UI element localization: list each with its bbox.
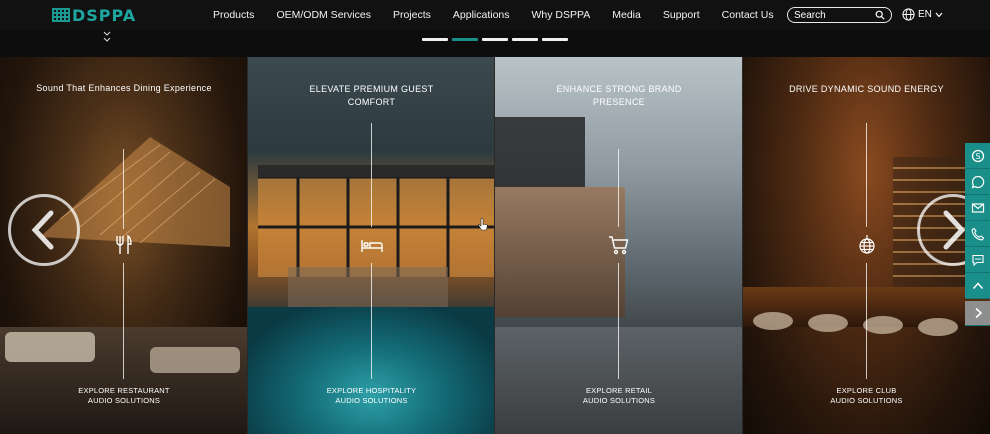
explore-restaurant-link[interactable]: EXPLORE RESTAURANT AUDIO SOLUTIONS [0, 386, 247, 406]
slider-dots [422, 38, 568, 41]
explore-line-2: AUDIO SOLUTIONS [335, 396, 408, 405]
page: DSPPA Products OEM/ODM Services Projects… [0, 0, 990, 434]
slider-dot-3[interactable] [482, 38, 508, 41]
chevron-down-icon [935, 12, 943, 17]
nav-contact-us[interactable]: Contact Us [722, 9, 774, 21]
slider-dot-4[interactable] [512, 38, 538, 41]
nav-applications[interactable]: Applications [453, 9, 510, 21]
deck-image [287, 267, 448, 307]
skype-button[interactable]: S [965, 143, 990, 169]
phone-button[interactable] [965, 221, 990, 247]
nav-oem-odm[interactable]: OEM/ODM Services [276, 9, 371, 21]
panel-title: ENHANCE STRONG BRAND PRESENCE [556, 84, 682, 107]
divider-line [618, 263, 619, 379]
explore-line-2: AUDIO SOLUTIONS [87, 396, 161, 405]
language-selector[interactable]: EN [902, 8, 943, 21]
explore-line-2: AUDIO SOLUTIONS [582, 396, 656, 405]
search-box [787, 7, 892, 23]
whatsapp-button[interactable] [965, 169, 990, 195]
slider-top-strip [0, 30, 990, 57]
email-button[interactable] [965, 195, 990, 221]
storefront-image [495, 187, 625, 317]
divider-line [123, 149, 124, 229]
nav-products[interactable]: Products [213, 9, 254, 21]
slider-dot-2[interactable] [452, 38, 478, 41]
collapse-arrow-icon [974, 307, 982, 319]
nav-media[interactable]: Media [612, 9, 641, 21]
application-panels: Sound That Enhances Dining Experience EX… [0, 57, 990, 434]
nav-projects[interactable]: Projects [393, 9, 431, 21]
chat-icon [971, 254, 984, 266]
logo-text: DSPPA [72, 5, 137, 25]
divider-line [370, 123, 372, 227]
main-nav: Products OEM/ODM Services Projects Appli… [213, 0, 796, 30]
back-to-top-icon [972, 281, 983, 289]
panel-title: Sound That Enhances Dining Experience [36, 83, 212, 93]
panel-retail[interactable]: ENHANCE STRONG BRAND PRESENCE EXPLORE RE… [495, 57, 743, 434]
chevron-left-icon [31, 210, 54, 250]
whatsapp-icon [971, 175, 984, 188]
explore-club-link[interactable]: EXPLORE CLUB AUDIO SOLUTIONS [743, 386, 990, 406]
side-contact-bar: S [965, 143, 990, 326]
explore-line-1: EXPLORE RESTAURANT [78, 386, 170, 395]
collapse-side-bar-button[interactable] [965, 301, 990, 326]
shopping-cart-icon [609, 236, 629, 255]
mouse-cursor-icon [478, 218, 488, 231]
mall-balcony-image [495, 117, 585, 187]
back-to-top-button[interactable] [965, 273, 990, 299]
divider-line [123, 263, 124, 379]
sofa-image [5, 332, 95, 362]
villa-image [257, 165, 495, 277]
explore-retail-link[interactable]: EXPLORE RETAIL AUDIO SOLUTIONS [495, 386, 742, 406]
chat-button[interactable] [965, 247, 990, 273]
slider-prev-button[interactable] [8, 194, 80, 266]
bed-icon [360, 240, 383, 252]
panel-hospitality[interactable]: ELEVATE PREMIUM GUEST COMFORT EXPLORE HO… [247, 57, 495, 434]
slider-dot-5[interactable] [542, 38, 568, 41]
explore-line-1: EXPLORE CLUB [836, 386, 897, 395]
panel-title: DRIVE DYNAMIC SOUND ENERGY [789, 84, 944, 94]
divider-line [370, 263, 372, 379]
fork-knife-icon [116, 234, 132, 254]
phone-icon [971, 227, 984, 240]
email-icon [971, 202, 984, 213]
sofa-image [150, 347, 240, 373]
explore-hospitality-link[interactable]: EXPLORE HOSPITALITY AUDIO SOLUTIONS [248, 386, 495, 406]
skype-icon: S [971, 149, 984, 162]
globe-icon [902, 8, 915, 21]
divider-line [865, 123, 867, 227]
search-input[interactable] [794, 9, 874, 21]
panel-title: ELEVATE PREMIUM GUEST COMFORT [309, 84, 434, 107]
divider-line [618, 149, 619, 227]
nav-why-dsppa[interactable]: Why DSPPA [532, 9, 591, 21]
search-icon[interactable] [875, 10, 885, 20]
scroll-down-icon[interactable] [102, 30, 112, 44]
slider-dot-1[interactable] [422, 38, 448, 41]
logo[interactable]: DSPPA [52, 5, 137, 25]
explore-line-2: AUDIO SOLUTIONS [830, 396, 903, 405]
divider-line [865, 263, 867, 379]
explore-line-1: EXPLORE RETAIL [585, 386, 652, 395]
site-header: DSPPA Products OEM/ODM Services Projects… [0, 0, 990, 30]
explore-line-1: EXPLORE HOSPITALITY [326, 386, 417, 395]
disco-ball-icon [858, 235, 875, 254]
nav-support[interactable]: Support [663, 9, 700, 21]
logo-mark [52, 8, 70, 22]
svg-text:S: S [975, 152, 980, 161]
language-label: EN [918, 9, 932, 20]
